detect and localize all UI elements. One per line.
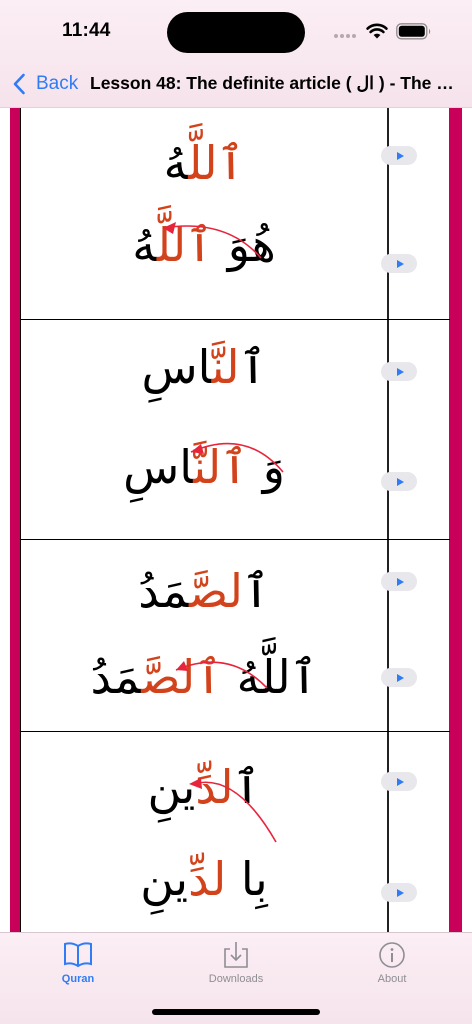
arabic-word: ٱلدِّينِ [21, 764, 387, 810]
play-icon [396, 367, 404, 376]
word-row: ٱلنَّاسِ [21, 330, 387, 410]
play-icon [396, 259, 404, 268]
word-row: بِا لدِّينِ [21, 842, 387, 922]
play-icon [396, 777, 404, 786]
info-icon [379, 942, 405, 968]
word-prefix: بِا [226, 852, 268, 906]
lesson-group: ٱلدِّينِ بِا لدِّينِ [21, 732, 450, 932]
play-icon [396, 888, 404, 897]
lesson-group: ٱلصَّمَدُ ٱللَّهُ ٱلصَّمَدُ [21, 540, 450, 732]
play-button[interactable] [381, 772, 417, 791]
word-row: هُوَ ٱللَّهُ [21, 208, 387, 288]
word-prefix: وَ [248, 440, 285, 494]
word-prefix: هُوَ [213, 218, 276, 272]
word-suffix: هُ [132, 218, 157, 272]
word-suffix: مَدُ [90, 650, 142, 704]
sun-letter-highlight: لدِّ [195, 760, 234, 814]
play-icon [396, 477, 404, 486]
play-button[interactable] [381, 362, 417, 381]
navigation-bar: Back Lesson 48: The definite article ( ا… [0, 62, 472, 106]
word-suffix: ينِ [147, 760, 196, 814]
play-button[interactable] [381, 472, 417, 491]
back-button[interactable]: Back [12, 70, 78, 98]
arabic-word: ٱلنَّاسِ [21, 344, 387, 390]
play-icon [396, 577, 404, 586]
word-row: ٱللَّهُ [21, 126, 387, 206]
arabic-word: ٱللَّهُ ٱلصَّمَدُ [21, 654, 387, 700]
arabic-word: وَ ٱلنَّاسِ [21, 444, 387, 490]
word-prefix: ٱللَّهُ [222, 650, 318, 704]
lesson-content[interactable]: ٱللَّهُ هُوَ ٱللَّهُ ٱلنَّاسِ وَ ٱلنَّاسِ ٱل… [0, 108, 472, 932]
word-suffix: مَدُ [138, 564, 189, 618]
sun-letter-highlight: لدِّ [188, 852, 227, 906]
tab-about[interactable]: About [342, 941, 442, 991]
wifi-icon [366, 23, 388, 39]
status-bar: 11:44 [0, 0, 472, 62]
word-row: ٱلدِّينِ [21, 750, 387, 830]
sun-letter-highlight: لصَّ [188, 564, 243, 618]
word-suffix: هُ [163, 136, 189, 190]
play-icon [396, 673, 404, 682]
word-suffix: اسِ [141, 340, 212, 394]
tab-quran[interactable]: Quran [28, 941, 128, 991]
cellular-signal-icon [334, 34, 356, 38]
top-bar: 11:44 Back Lesson 48: The definite artic… [0, 0, 472, 108]
status-time: 11:44 [62, 20, 111, 41]
arabic-word: بِا لدِّينِ [21, 856, 387, 902]
chevron-left-icon [13, 73, 25, 95]
play-icon [396, 151, 404, 160]
play-button[interactable] [381, 668, 417, 687]
battery-icon [396, 23, 431, 40]
arabic-word: ٱلصَّمَدُ [21, 568, 387, 614]
word-suffix: اسِ [123, 440, 194, 494]
home-indicator [152, 1009, 320, 1015]
tab-label: Downloads [208, 973, 264, 985]
word-row: وَ ٱلنَّاسِ [21, 430, 387, 510]
tab-label: About [377, 973, 407, 985]
lesson-group: ٱللَّهُ هُوَ ٱللَّهُ [21, 108, 450, 320]
word-row: ٱلصَّمَدُ [21, 554, 387, 634]
sun-letter-highlight: ٱلصَّ [141, 650, 223, 704]
tab-label: Quran [61, 973, 95, 985]
back-label: Back [36, 73, 79, 94]
play-button[interactable] [381, 146, 417, 165]
download-icon [224, 942, 248, 968]
sun-letter-highlight: ٱللَّ [188, 136, 245, 190]
arabic-word: هُوَ ٱللَّهُ [21, 222, 387, 268]
word-row: ٱللَّهُ ٱلصَّمَدُ [21, 640, 387, 720]
word-prefix: ٱ [242, 564, 270, 618]
sun-letter-highlight: ٱلنَّ [193, 440, 249, 494]
lesson-group: ٱلنَّاسِ وَ ٱلنَّاسِ [21, 320, 450, 540]
word-prefix: ٱ [239, 340, 267, 394]
dynamic-island [167, 12, 305, 53]
word-prefix: ٱ [233, 760, 261, 814]
page-title: Lesson 48: The definite article ( ال ) -… [90, 73, 456, 93]
play-button[interactable] [381, 883, 417, 902]
tab-downloads[interactable]: Downloads [186, 941, 286, 991]
play-button[interactable] [381, 572, 417, 591]
book-icon [64, 942, 92, 968]
sun-letter-highlight: لنَّ [211, 340, 240, 394]
play-button[interactable] [381, 254, 417, 273]
left-stripe [10, 108, 20, 932]
right-stripe [449, 108, 462, 932]
lesson-table: ٱللَّهُ هُوَ ٱللَّهُ ٱلنَّاسِ وَ ٱلنَّاسِ ٱل… [20, 108, 450, 932]
word-suffix: ينِ [140, 852, 189, 906]
sun-letter-highlight: ٱللَّ [156, 218, 214, 272]
arabic-word: ٱللَّهُ [21, 140, 387, 186]
